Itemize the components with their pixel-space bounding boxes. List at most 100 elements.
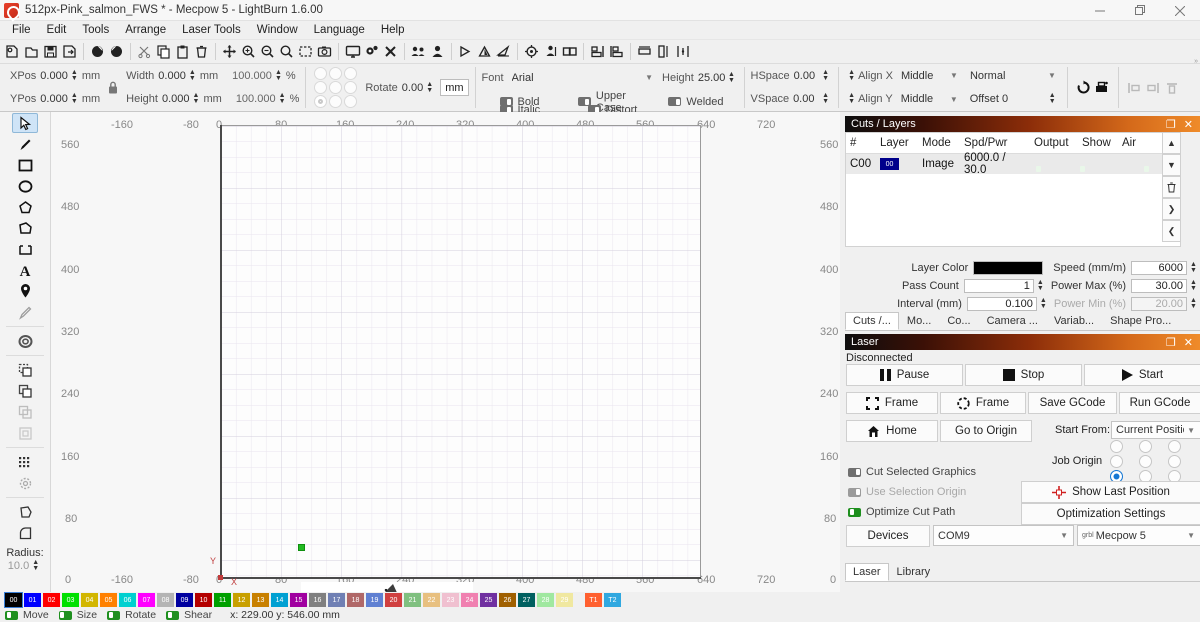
round-corner-tool[interactable] xyxy=(12,523,38,543)
anchor-br[interactable] xyxy=(344,94,358,108)
text-tool[interactable]: A xyxy=(12,260,38,280)
delete-icon[interactable] xyxy=(192,42,211,62)
welded-checkbox[interactable]: Welded xyxy=(668,96,724,108)
palette-swatch[interactable]: 17 xyxy=(328,593,345,607)
work-area[interactable] xyxy=(220,125,701,578)
align-x-stepper[interactable]: ▲ ▼ xyxy=(847,69,856,83)
move-icon[interactable] xyxy=(220,42,239,62)
palette-swatch[interactable]: 15 xyxy=(290,593,307,607)
text-rotate-icon[interactable] xyxy=(1074,78,1093,98)
align-y-stepper[interactable]: ▲ ▼ xyxy=(847,92,856,106)
tab-cuts[interactable]: Cuts /... xyxy=(845,312,899,330)
xpos-stepper[interactable]: ▲ ▼ xyxy=(70,69,79,83)
text-align-top-icon[interactable] xyxy=(1163,78,1182,98)
units-field[interactable]: mm xyxy=(440,79,469,96)
lock-aspect-ratio-icon[interactable] xyxy=(106,64,120,111)
align-left-icon[interactable] xyxy=(588,42,607,62)
align-objects-icon[interactable] xyxy=(541,42,560,62)
palette-swatch[interactable]: 09 xyxy=(176,593,193,607)
ellipse-tool[interactable] xyxy=(12,176,38,196)
height-value[interactable]: 0.000 xyxy=(162,93,190,105)
palette-swatch[interactable]: 20 xyxy=(385,593,402,607)
tab-laser[interactable]: Laser xyxy=(845,563,889,581)
job-origin-grid[interactable] xyxy=(1110,440,1181,483)
palette-swatch[interactable]: 00 xyxy=(5,593,22,607)
shear-toggle[interactable]: Shear xyxy=(166,609,212,621)
new-file-icon[interactable] xyxy=(3,42,22,62)
font-combo[interactable]: Arial ▼ xyxy=(508,69,658,86)
pause-button[interactable]: Pause xyxy=(846,364,963,386)
distribute-v-icon[interactable] xyxy=(654,42,673,62)
font-height-value[interactable]: 25.00 xyxy=(698,72,726,84)
maximize-button[interactable] xyxy=(1120,0,1160,21)
table-row[interactable]: C00 00 Image 6000.0 / 30.0 xyxy=(846,152,1180,176)
menu-window[interactable]: Window xyxy=(249,22,306,38)
zoom-out-icon[interactable] xyxy=(258,42,277,62)
ungroup-icon[interactable] xyxy=(428,42,447,62)
boolean-subtract-tool[interactable] xyxy=(12,381,38,401)
hspace-value[interactable]: 0.00 xyxy=(794,70,815,82)
anchor-point-grid[interactable] xyxy=(314,66,359,109)
cut-icon[interactable] xyxy=(135,42,154,62)
rotate-stepper[interactable]: ▲ ▼ xyxy=(425,81,434,95)
power-max-value[interactable]: 30.00 xyxy=(1131,278,1187,293)
menu-file[interactable]: File xyxy=(4,22,39,38)
export-file-icon[interactable] xyxy=(60,42,79,62)
layer-color-value[interactable] xyxy=(973,260,1044,275)
speed-stepper[interactable]: ▲ ▼ xyxy=(1189,261,1198,275)
close-dock-icon[interactable]: ✕ xyxy=(1184,118,1193,131)
anchor-tc[interactable] xyxy=(329,66,343,80)
run-gcode-button[interactable]: Run GCode xyxy=(1119,392,1200,414)
height-percent-value[interactable]: 100.000 xyxy=(236,93,276,105)
boolean-intersect-tool[interactable] xyxy=(12,402,38,422)
palette-swatch[interactable]: 25 xyxy=(480,593,497,607)
size-toggle[interactable]: Size xyxy=(58,609,97,621)
height-percent-stepper[interactable]: ▲ ▼ xyxy=(278,92,287,106)
boolean-exclude-tool[interactable] xyxy=(12,423,38,443)
paste-icon[interactable] xyxy=(173,42,192,62)
move-down-icon[interactable]: ▼ xyxy=(1162,154,1181,176)
open-file-icon[interactable] xyxy=(22,42,41,62)
go-to-origin-button[interactable]: Go to Origin xyxy=(940,420,1032,442)
tab-camera[interactable]: Camera ... xyxy=(979,312,1046,330)
minimize-button[interactable] xyxy=(1080,0,1120,21)
speed-value[interactable]: 6000 xyxy=(1131,260,1187,275)
palette-swatch[interactable]: 10 xyxy=(195,593,212,607)
show-last-position-button[interactable]: Show Last Position xyxy=(1021,481,1200,503)
radius-field[interactable]: 10.0 ▲ ▼ xyxy=(0,559,50,573)
palette-swatch[interactable]: 08 xyxy=(157,593,174,607)
power-max-stepper[interactable]: ▲ ▼ xyxy=(1189,279,1198,293)
distribute-h-icon[interactable] xyxy=(635,42,654,62)
anchor-ml[interactable] xyxy=(314,80,328,94)
spacing-icon[interactable] xyxy=(673,42,692,62)
palette-swatch[interactable]: 05 xyxy=(100,593,117,607)
anchor-mr[interactable] xyxy=(344,80,358,94)
palette-swatch[interactable]: 14 xyxy=(271,593,288,607)
zoom-fit-icon[interactable] xyxy=(277,42,296,62)
prev-icon[interactable]: ❮ xyxy=(1162,220,1181,242)
zoom-in-icon[interactable] xyxy=(239,42,258,62)
closed-shape-tool[interactable] xyxy=(12,218,38,238)
frame-selection-icon[interactable] xyxy=(296,42,315,62)
tab-variables[interactable]: Variab... xyxy=(1046,312,1102,330)
palette-swatch[interactable]: 16 xyxy=(309,593,326,607)
polygon-tool[interactable] xyxy=(12,197,38,217)
width-stepper[interactable]: ▲ ▼ xyxy=(188,69,197,83)
offset-shapes-tool[interactable] xyxy=(12,331,38,351)
anchor-bc[interactable] xyxy=(329,94,343,108)
palette-swatch[interactable]: 18 xyxy=(347,593,364,607)
grid-array-tool[interactable] xyxy=(12,452,38,472)
move-up-icon[interactable]: ▲ xyxy=(1162,132,1181,154)
palette-swatch[interactable]: 07 xyxy=(138,593,155,607)
pen-edit-tool[interactable] xyxy=(12,302,38,322)
palette-swatch[interactable]: 29 xyxy=(556,593,573,607)
design-canvas[interactable]: -160 -80 0 80 160 240 320 400 480 560 64… xyxy=(51,112,840,592)
select-tool[interactable] xyxy=(12,113,38,133)
menu-help[interactable]: Help xyxy=(373,22,413,38)
width-percent-stepper[interactable]: ▲ ▼ xyxy=(274,69,283,83)
job-origin-tr[interactable] xyxy=(1168,440,1181,453)
selection-handle[interactable] xyxy=(298,544,305,551)
palette-swatch[interactable]: 11 xyxy=(214,593,231,607)
font-height-stepper[interactable]: ▲ ▼ xyxy=(727,71,735,85)
start-from-combo[interactable]: Current Position ▼ xyxy=(1111,421,1200,439)
